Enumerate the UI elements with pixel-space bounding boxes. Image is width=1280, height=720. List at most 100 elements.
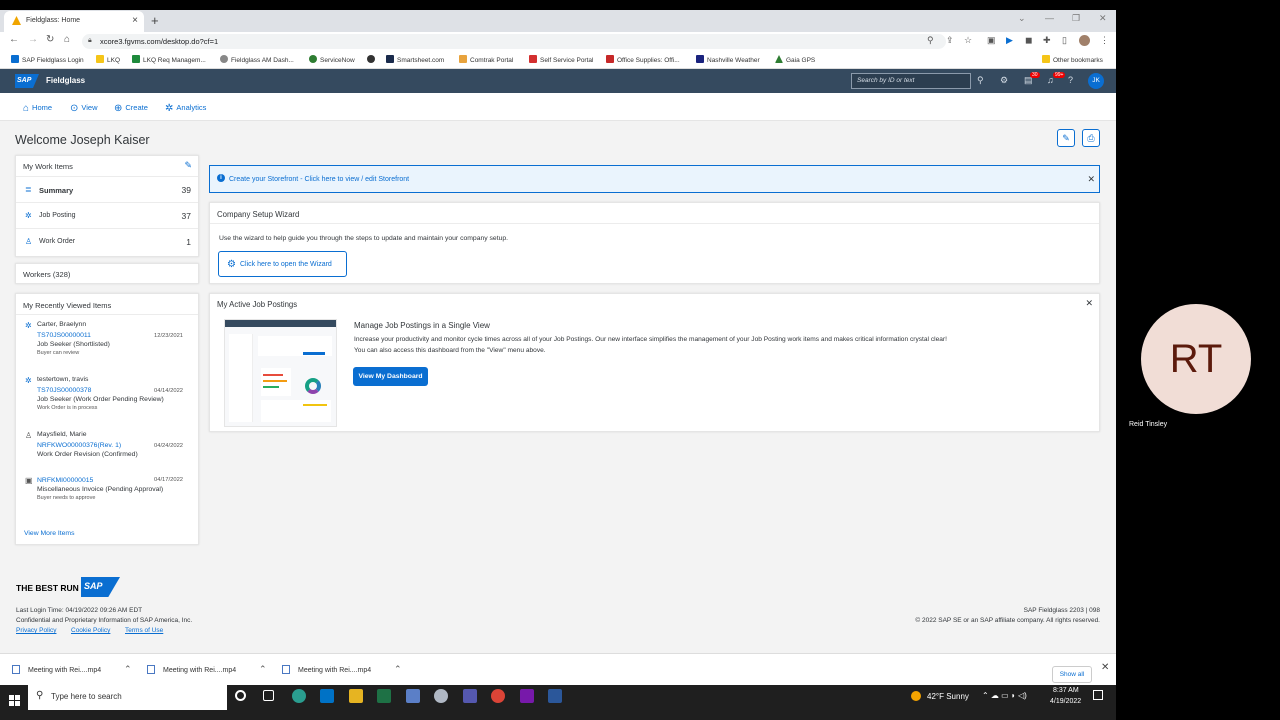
recent-item-date: 04/14/2022 [154, 388, 184, 394]
bookmark-item[interactable]: Nashville Weather [696, 55, 760, 64]
sidebar-icon[interactable]: ▯ [1062, 35, 1067, 46]
help-icon[interactable]: ? [1068, 75, 1073, 85]
bookmark-item[interactable]: Office Supplies: Offi... [606, 55, 680, 64]
zoom-icon[interactable]: ⚲ [927, 35, 934, 46]
weather-text[interactable]: 42°F Sunny [927, 692, 969, 701]
recent-item-date: 04/24/2022 [154, 443, 184, 449]
menu-create[interactable]: ⊕ Create [114, 103, 148, 114]
postings-heading: Manage Job Postings in a Single View [354, 321, 490, 330]
work-item-job-posting[interactable]: ✲ Job Posting 37 [16, 202, 198, 228]
menu-home[interactable]: ⌂ Home [23, 103, 52, 114]
download-item[interactable]: Meeting with Rei....mp4 ⌃ [282, 664, 402, 674]
minimize-window-icon[interactable]: — [1045, 13, 1054, 23]
open-wizard-button[interactable]: ⚙ Click here to open the Wizard [218, 251, 347, 277]
work-item-work-order[interactable]: ♙ Work Order 1 [16, 228, 198, 254]
edit-icon[interactable]: ✎ [184, 160, 192, 171]
recent-item-link[interactable]: NRFKWO00000376(Rev. 1) [37, 442, 138, 449]
show-all-button[interactable]: Show all [1052, 666, 1092, 683]
terms-of-use-link[interactable]: Terms of Use [125, 627, 163, 634]
download-item[interactable]: Meeting with Rei....mp4 ⌃ [147, 664, 267, 674]
chevron-up-icon[interactable]: ⌃ [259, 664, 267, 675]
recent-item-link[interactable]: TS70JS00000378 [37, 387, 164, 394]
view-my-dashboard-button[interactable]: View My Dashboard [353, 367, 428, 386]
browser-tab[interactable]: Fieldglass: Home × [4, 11, 144, 32]
cortana-icon[interactable] [235, 690, 246, 701]
reload-icon[interactable]: ↻ [46, 34, 54, 45]
close-window-icon[interactable]: ✕ [1099, 13, 1107, 24]
profile-avatar[interactable] [1079, 35, 1090, 46]
search-input[interactable]: Search by ID or text [851, 73, 971, 89]
tasks-badge: 30 [1030, 72, 1040, 78]
windows-start-icon[interactable] [9, 695, 20, 706]
chrome-icon[interactable] [491, 689, 505, 703]
recent-item-link[interactable]: NRFKMI00000015 [37, 477, 163, 484]
work-item-count: 1 [186, 237, 191, 247]
storefront-banner[interactable]: i Create your Storefront - Click here to… [209, 165, 1100, 193]
notifications-icon[interactable] [1093, 690, 1103, 700]
bookmark-star-icon[interactable]: ☆ [964, 35, 972, 46]
workers-panel[interactable]: Workers (328) [15, 263, 199, 284]
word-icon[interactable] [548, 689, 562, 703]
bookmark-item[interactable]: LKQ Req Managem... [132, 55, 206, 64]
teams-icon[interactable] [463, 689, 477, 703]
view-more-items-link[interactable]: View More Items [24, 530, 75, 537]
print-button[interactable]: ⎙ [1082, 129, 1100, 147]
work-item-count: 39 [181, 185, 191, 195]
sap-logo[interactable]: SAP [15, 74, 39, 88]
extension-icon[interactable]: ▶ [1006, 35, 1013, 46]
file-explorer-icon[interactable] [349, 689, 363, 703]
search-icon[interactable]: ⚲ [977, 75, 984, 86]
work-item-summary[interactable]: ≣ Summary 39 [16, 176, 198, 202]
share-icon[interactable]: ⇪ [946, 35, 954, 46]
other-bookmarks[interactable]: Other bookmarks [1042, 55, 1103, 64]
app-icon[interactable] [406, 689, 420, 703]
bookmark-item[interactable] [367, 55, 378, 64]
download-item[interactable]: Meeting with Rei....mp4 ⌃ [12, 664, 132, 674]
settings-gear-icon[interactable]: ⚙ [1000, 75, 1008, 86]
url-input[interactable]: 🔒︎ xcore3.fgvms.com/desktop.do?cf=1 [82, 34, 946, 49]
outlook-icon[interactable] [320, 689, 334, 703]
new-tab-icon[interactable]: + [151, 13, 159, 28]
close-downloads-icon[interactable]: ✕ [1101, 662, 1109, 673]
tray-icons[interactable]: ⌃ ☁ ▭ ◗ ◁) [982, 691, 1027, 700]
edge-icon[interactable] [292, 689, 306, 703]
task-view-icon[interactable] [263, 690, 274, 701]
menu-kebab-icon[interactable]: ⋮ [1100, 35, 1109, 46]
user-avatar[interactable]: JK [1088, 73, 1104, 89]
menu-analytics[interactable]: ✲ Analytics [165, 103, 206, 114]
clock-date[interactable]: 4/19/2022 [1050, 698, 1081, 705]
minimize-icon[interactable]: ⌄ [1018, 13, 1026, 24]
bookmark-item[interactable]: Fieldglass AM Dash... [220, 55, 294, 64]
bookmark-item[interactable]: SAP Fieldglass Login [11, 55, 84, 64]
bookmark-item[interactable]: LKQ [96, 55, 120, 64]
bookmark-item[interactable]: Gaia GPS [775, 55, 815, 64]
close-icon[interactable]: ✕ [1087, 174, 1095, 185]
onenote-icon[interactable] [520, 689, 534, 703]
excel-icon[interactable] [377, 689, 391, 703]
chevron-up-icon[interactable]: ⌃ [124, 664, 132, 675]
menu-view[interactable]: ⊙ View [70, 103, 98, 114]
close-icon[interactable]: ✕ [1085, 298, 1093, 309]
home-icon[interactable]: ⌂ [64, 34, 70, 45]
bookmark-item[interactable]: Comtrak Portal [459, 55, 513, 64]
customize-button[interactable]: ✎ [1057, 129, 1075, 147]
back-icon[interactable]: ← [9, 34, 19, 45]
bookmark-item[interactable]: Self Service Portal [529, 55, 593, 64]
privacy-policy-link[interactable]: Privacy Policy [16, 627, 56, 634]
puzzle-icon[interactable]: ✚ [1043, 35, 1051, 46]
clock-time[interactable]: 8:37 AM [1053, 687, 1079, 694]
taskbar-search-input[interactable]: ⚲ Type here to search [28, 684, 227, 710]
chevron-up-icon[interactable]: ⌃ [394, 664, 402, 675]
bookmark-item[interactable]: Smartsheet.com [386, 55, 444, 64]
recent-items-title: My Recently Viewed Items [23, 301, 112, 310]
bookmark-item[interactable]: ServiceNow [309, 55, 355, 64]
recent-item-link[interactable]: TS70JS00000011 [37, 332, 110, 339]
restore-window-icon[interactable]: ❐ [1072, 13, 1080, 24]
extension-icon[interactable]: ◼ [1025, 35, 1032, 46]
forward-icon[interactable]: → [28, 34, 38, 45]
app-icon[interactable] [434, 689, 448, 703]
cookie-policy-link[interactable]: Cookie Policy [71, 627, 110, 634]
close-tab-icon[interactable]: × [132, 15, 138, 26]
storefront-link[interactable]: Create your Storefront - Click here to v… [229, 176, 409, 183]
extension-icon[interactable]: ▣ [987, 35, 996, 46]
